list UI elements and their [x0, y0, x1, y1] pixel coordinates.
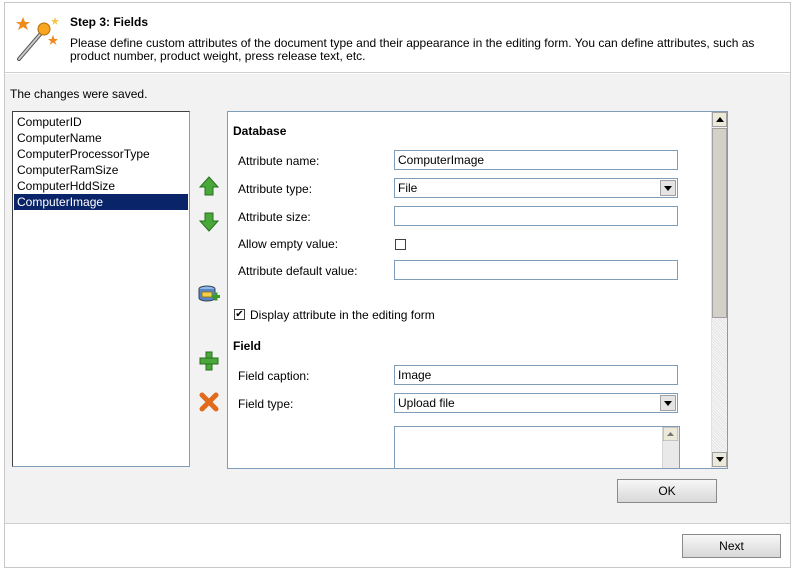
field-type-value: Upload file: [398, 396, 455, 410]
next-button[interactable]: Next: [682, 534, 781, 558]
attribute-type-label: Attribute type:: [238, 182, 313, 196]
default-value-label: Attribute default value:: [238, 264, 358, 278]
scrollbar-track[interactable]: [712, 318, 727, 452]
ok-button[interactable]: OK: [617, 479, 717, 503]
add-system-field-icon: [198, 285, 220, 302]
checkmark-icon: ✔: [235, 309, 244, 320]
field-caption-input[interactable]: Image: [394, 365, 678, 385]
magic-wand-icon: [16, 17, 59, 61]
scroll-up-icon[interactable]: [662, 426, 679, 442]
display-in-form-checkbox[interactable]: ✔: [234, 309, 245, 320]
attribute-name-label: Attribute name:: [238, 154, 320, 168]
chevron-down-icon[interactable]: [660, 395, 676, 411]
attribute-type-select[interactable]: File: [394, 178, 678, 198]
allow-empty-label: Allow empty value:: [238, 237, 339, 251]
delete-attribute-button[interactable]: [197, 390, 221, 414]
wizard-content: The changes were saved. ComputerID Compu…: [5, 74, 790, 524]
wizard-header: Step 3: Fields Please define custom attr…: [5, 3, 790, 73]
allow-empty-checkbox[interactable]: [395, 239, 406, 250]
add-icon: [199, 351, 219, 371]
list-item-computerid[interactable]: ComputerID: [14, 114, 188, 130]
field-caption-label: Field caption:: [238, 369, 310, 383]
attribute-size-input[interactable]: [394, 206, 678, 226]
list-item-computerhddsize[interactable]: ComputerHddSize: [14, 178, 188, 194]
field-type-label: Field type:: [238, 397, 294, 411]
field-type-select[interactable]: Upload file: [394, 393, 678, 413]
list-item-computerprocessortype[interactable]: ComputerProcessorType: [14, 146, 188, 162]
attribute-list[interactable]: ComputerID ComputerName ComputerProcesso…: [12, 111, 190, 467]
wizard-window: Step 3: Fields Please define custom attr…: [4, 2, 791, 568]
field-settings-textarea[interactable]: [394, 426, 680, 468]
attribute-size-label: Attribute size:: [238, 210, 311, 224]
list-item-computerimage[interactable]: ComputerImage: [14, 194, 188, 210]
scroll-up-icon[interactable]: [712, 112, 727, 127]
step-title: Step 3: Fields: [70, 15, 149, 29]
attribute-name-input[interactable]: ComputerImage: [394, 150, 678, 170]
wizard-footer: Next: [5, 525, 790, 567]
delete-icon: [199, 392, 219, 412]
default-value-input[interactable]: [394, 260, 678, 280]
scroll-down-icon[interactable]: [712, 452, 727, 467]
list-item-computername[interactable]: ComputerName: [14, 130, 188, 146]
display-in-form-label: Display attribute in the editing form: [250, 308, 435, 322]
scrollbar-thumb[interactable]: [712, 128, 727, 318]
move-down-button[interactable]: [197, 210, 221, 234]
add-system-field-button[interactable]: [197, 282, 221, 306]
move-down-icon: [198, 212, 220, 232]
status-message: The changes were saved.: [10, 87, 148, 101]
field-section-title: Field: [233, 339, 262, 353]
step-description: Please define custom attributes of the d…: [70, 36, 755, 63]
chevron-down-icon[interactable]: [660, 180, 676, 196]
database-section-title: Database: [233, 124, 287, 138]
move-up-button[interactable]: [197, 174, 221, 198]
attribute-type-value: File: [398, 181, 418, 195]
textarea-scrollbar[interactable]: [662, 426, 679, 468]
list-item-computerramsize[interactable]: ComputerRamSize: [14, 162, 188, 178]
move-up-icon: [198, 176, 220, 196]
properties-scrollbar[interactable]: [711, 112, 727, 468]
add-attribute-button[interactable]: [197, 349, 221, 373]
properties-content: Database Attribute name: ComputerImage A…: [228, 112, 712, 468]
attribute-properties-panel: Database Attribute name: ComputerImage A…: [227, 111, 728, 469]
